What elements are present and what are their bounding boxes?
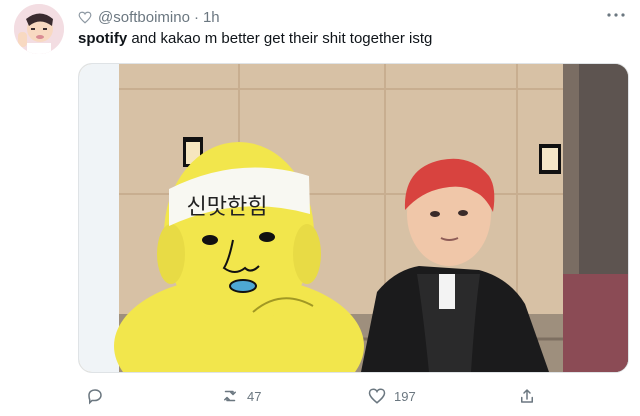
like-count: 197 [394, 388, 416, 404]
mascot-headband-text: 신맛한힘 [187, 195, 268, 220]
tweet-text-rest: and kakao m better get their shit togeth… [127, 30, 433, 47]
reply-icon [88, 389, 102, 405]
handle[interactable]: @softboimino [98, 9, 190, 26]
reply-button[interactable] [86, 386, 112, 406]
retweet-button[interactable]: 47 [221, 386, 261, 406]
share-icon [521, 389, 533, 403]
tweet-actions: 47 197 [78, 382, 627, 410]
media-image: 신맛한힘 [79, 64, 628, 372]
timestamp[interactable]: 1h [203, 9, 220, 26]
separator: · [193, 8, 199, 26]
tweet-media[interactable]: 신맛한힘 [78, 63, 629, 373]
tweet-text: spotify and kakao m better get their shi… [78, 30, 432, 47]
like-icon [368, 388, 386, 404]
heart-outline-icon [78, 11, 92, 24]
tweet-header: @softboimino · 1h [78, 8, 220, 26]
like-button[interactable]: 197 [368, 386, 416, 406]
share-button[interactable] [518, 386, 544, 406]
avatar[interactable] [14, 4, 64, 54]
more-icon[interactable] [604, 6, 628, 24]
retweet-icon [224, 390, 236, 402]
avatar-image [14, 4, 64, 54]
retweet-count: 47 [247, 388, 262, 404]
tweet-text-bold: spotify [78, 30, 128, 47]
